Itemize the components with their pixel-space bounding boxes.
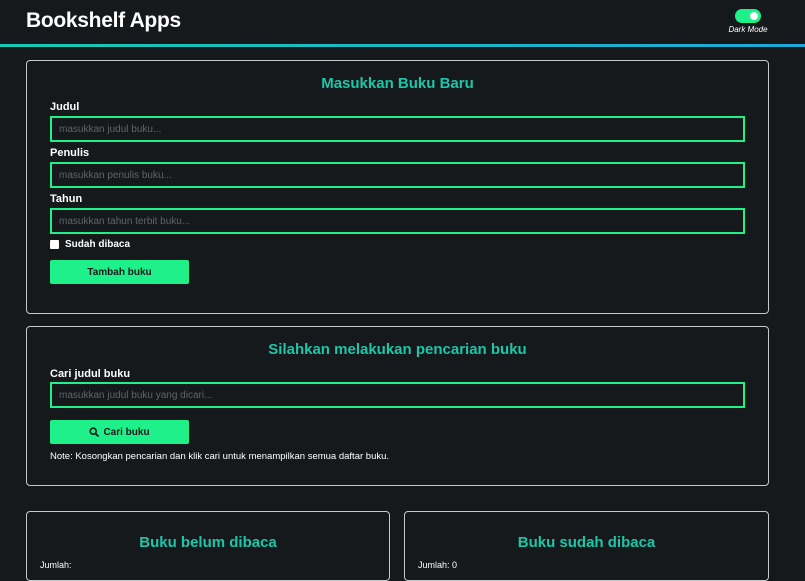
book-year-input[interactable] (50, 208, 745, 234)
unread-shelf-title: Buku belum dibaca (139, 534, 277, 551)
author-label: Penulis (50, 147, 90, 159)
title-label: Judul (50, 101, 80, 113)
unread-count: Jumlah: (40, 560, 72, 570)
read-checkbox[interactable] (50, 240, 59, 249)
add-book-card: Masukkan Buku Baru Judul Penulis Tahun S… (26, 60, 769, 314)
read-checkbox-label: Sudah dibaca (65, 239, 131, 250)
app-title: Bookshelf Apps (26, 9, 181, 32)
search-card: Silahkan melakukan pencarian buku Cari j… (26, 326, 769, 486)
search-label: Cari judul buku (50, 368, 131, 380)
read-count: Jumlah: 0 (418, 560, 458, 570)
dark-mode-label: Dark Mode (728, 25, 768, 34)
search-button-label: Cari buku (103, 426, 150, 438)
read-shelf-card: Buku sudah dibaca Jumlah: 0 (404, 511, 769, 581)
unread-shelf-card: Buku belum dibaca Jumlah: (26, 511, 390, 581)
toggle-knob (750, 12, 758, 20)
search-note: Note: Kosongkan pencarian dan klik cari … (50, 451, 390, 462)
add-book-title: Masukkan Buku Baru (321, 75, 474, 92)
toggle-switch[interactable] (735, 9, 761, 23)
book-author-input[interactable] (50, 162, 745, 188)
search-button[interactable]: Cari buku (50, 420, 189, 444)
search-title: Silahkan melakukan pencarian buku (268, 341, 527, 358)
book-title-input[interactable] (50, 116, 745, 142)
read-shelf-title: Buku sudah dibaca (517, 534, 656, 551)
app-header: Bookshelf Apps Dark Mode (0, 0, 805, 47)
year-label: Tahun (50, 193, 83, 205)
dark-mode-toggle[interactable]: Dark Mode (722, 9, 774, 34)
search-input[interactable] (50, 382, 745, 408)
search-icon (89, 427, 100, 437)
add-book-button[interactable]: Tambah buku (50, 260, 189, 284)
header-divider (0, 44, 805, 47)
